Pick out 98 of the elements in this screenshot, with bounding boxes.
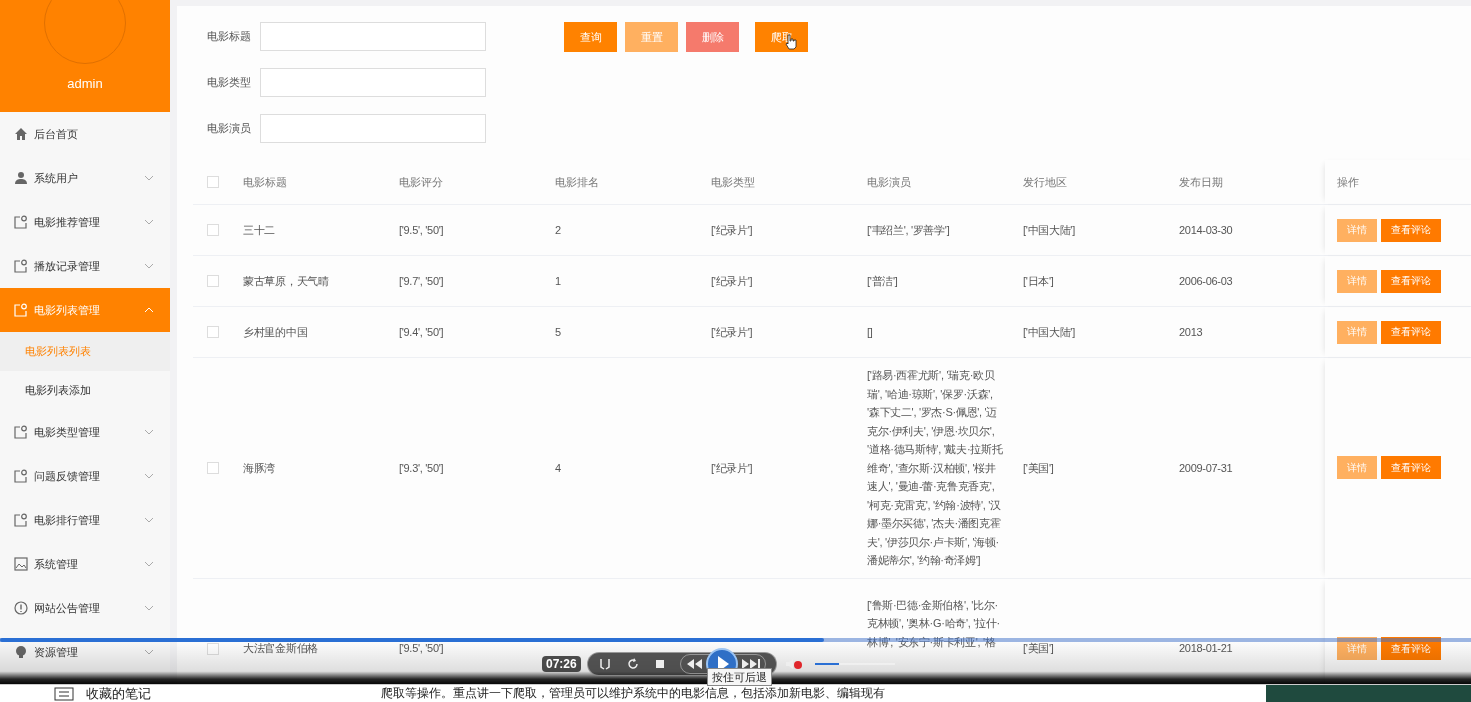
refresh-icon[interactable] xyxy=(625,657,640,671)
menu-item[interactable]: 后台首页 xyxy=(0,112,170,156)
menu-item[interactable]: 系统管理 xyxy=(0,542,170,586)
table-cell-text: ['普洁'] xyxy=(867,273,898,289)
column-header: 电影标题 xyxy=(243,174,287,190)
table-cell-text: 2018-01-21 xyxy=(1179,641,1233,657)
document-icon xyxy=(14,259,28,273)
table-cell-text: ['中国大陆'] xyxy=(1023,222,1075,238)
table-cell-text: ['纪录片'] xyxy=(711,324,753,340)
menu-item[interactable]: 播放记录管理 xyxy=(0,244,170,288)
home-icon xyxy=(14,127,28,141)
table-cell-text: ['9.4', '50'] xyxy=(399,324,444,340)
column-header: 电影排名 xyxy=(555,174,599,190)
menu-item[interactable]: 电影排行管理 xyxy=(0,498,170,542)
table-cell-text: ['美国'] xyxy=(1023,641,1054,657)
menu-item[interactable]: 系统用户 xyxy=(0,156,170,200)
table-cell-text: 2009-07-31 xyxy=(1179,460,1233,476)
image-icon xyxy=(14,557,28,571)
table-cell-text: 4 xyxy=(555,460,561,476)
document-icon xyxy=(14,513,28,527)
menu-item[interactable]: 电影列表管理 xyxy=(0,288,170,332)
table-cell-text: 蒙古草原，天气晴 xyxy=(243,273,329,289)
tooltip: 按住可后退 xyxy=(707,668,772,686)
table-cell-text: ['鲁斯·巴德·金斯伯格', '比尔·克林顿', '奥林·G·哈奇', '拉什·林博', '安东宁·斯卡利亚', '格 xyxy=(867,597,1001,650)
checkbox[interactable] xyxy=(207,275,219,287)
table-cell-text: ['纪录片'] xyxy=(711,460,753,476)
table-cell-text: ['美国'] xyxy=(1023,460,1054,476)
action-button[interactable]: 重置 xyxy=(625,22,678,52)
table-cell-text: 2014-03-30 xyxy=(1179,222,1233,238)
table-cell-text: ['9.5', '50'] xyxy=(399,641,444,657)
details-button[interactable]: 详情 xyxy=(1337,320,1377,344)
table-cell-text: ['韦绍兰', '罗善学'] xyxy=(867,222,950,238)
table-cell-text: ['纪录片'] xyxy=(711,222,753,238)
details-button[interactable]: 详情 xyxy=(1337,218,1377,242)
column-header: 发布日期 xyxy=(1179,174,1223,190)
menu-item[interactable]: 电影类型管理 xyxy=(0,410,170,454)
table-cell-text: 海豚湾 xyxy=(243,460,276,476)
details-button[interactable]: 详情 xyxy=(1337,637,1377,660)
column-header: 电影类型 xyxy=(711,174,755,190)
table-cell-text: ['9.7', '50'] xyxy=(399,273,444,289)
table-cell-text: ['9.3', '50'] xyxy=(399,460,444,476)
submenu-item[interactable]: 电影列表列表 xyxy=(0,332,170,371)
action-button[interactable]: 删除 xyxy=(686,22,739,52)
table-cell-text: ['中国大陆'] xyxy=(1023,324,1075,340)
column-header: 电影演员 xyxy=(867,174,911,190)
table-cell-text: ['9.5', '50'] xyxy=(399,222,444,238)
checkbox[interactable] xyxy=(207,176,219,188)
username: admin xyxy=(67,76,103,91)
bulb-icon xyxy=(14,645,28,659)
checkbox[interactable] xyxy=(207,224,219,236)
comments-button[interactable]: 查看评论 xyxy=(1381,320,1441,344)
document-icon xyxy=(14,215,28,229)
checkbox[interactable] xyxy=(207,642,219,655)
fast-forward-icon[interactable] xyxy=(740,658,761,670)
info-icon xyxy=(14,601,28,615)
field-label: 电影演员 xyxy=(207,121,252,136)
document-icon xyxy=(14,303,28,317)
checkbox[interactable] xyxy=(207,326,219,338)
column-header: 发行地区 xyxy=(1023,174,1067,190)
article-text: 爬取等操作。重点讲一下爬取，管理员可以维护系统中的电影信息，包括添加新电影、编辑现有 xyxy=(381,685,885,702)
column-header: 电影评分 xyxy=(399,174,443,190)
submenu-item[interactable]: 电影列表添加 xyxy=(0,371,170,410)
checkbox[interactable] xyxy=(207,461,219,474)
notes-title[interactable]: 收藏的笔记 xyxy=(86,685,151,702)
details-button[interactable]: 详情 xyxy=(1337,456,1377,480)
action-button[interactable]: 查询 xyxy=(564,22,617,52)
column-header: 操作 xyxy=(1337,174,1359,190)
table-cell-text: ['路易·西霍尤斯', '瑞克·欧贝瑞', '哈迪·琼斯', '保罗·沃森', '森下丈二', '罗杰·S·佩恩', '迈克尔·伊利夫', '伊恩·坎贝尔', '道格·德马斯特', '戴夫·拉斯托维奇', '查尔斯·汉柏顿', '桜井速人', '曼迪-蕾·克鲁克香克', '柯克·克雷克', '约翰·波特', '汉娜·墨尔买德', '杰夫·潘图克霍夫', '伊莎贝尔·卢卡斯', '海顿·潘妮蒂尔', '约翰·奇泽姆'] xyxy=(867,368,1003,568)
table-cell-text: [] xyxy=(867,324,873,340)
user-icon xyxy=(14,171,28,185)
table-cell-text: 2 xyxy=(555,222,561,238)
note-icon xyxy=(54,686,74,701)
table-cell-text: 2006-06-03 xyxy=(1179,273,1233,289)
menu-item[interactable]: 网站公告管理 xyxy=(0,586,170,630)
table-cell-text: 大法官金斯伯格 xyxy=(243,641,318,657)
input-field[interactable] xyxy=(260,114,486,143)
input-field[interactable] xyxy=(260,22,486,51)
input-field[interactable] xyxy=(260,68,486,97)
stop-icon[interactable] xyxy=(653,658,666,670)
field-label: 电影标题 xyxy=(207,29,252,44)
table-cell-text: 乡村里的中国 xyxy=(243,324,308,340)
table-cell-text: 三十二 xyxy=(243,222,276,238)
table-cell-text: 1 xyxy=(555,273,561,289)
comments-button[interactable]: 查看评论 xyxy=(1381,218,1441,242)
field-label: 电影类型 xyxy=(207,75,252,90)
table-cell-text: 2013 xyxy=(1179,324,1203,340)
document-icon xyxy=(14,469,28,483)
comments-button[interactable]: 查看评论 xyxy=(1381,637,1441,660)
comments-button[interactable]: 查看评论 xyxy=(1381,456,1441,480)
playback-time: 07:26 xyxy=(542,656,581,672)
menu-item[interactable]: 电影推荐管理 xyxy=(0,200,170,244)
table-cell-text: ['日本'] xyxy=(1023,273,1054,289)
table-cell-text: 5 xyxy=(555,324,561,340)
comments-button[interactable]: 查看评论 xyxy=(1381,269,1441,293)
document-icon xyxy=(14,425,28,439)
menu-item[interactable]: 问题反馈管理 xyxy=(0,454,170,498)
table-cell-text: ['纪录片'] xyxy=(711,273,753,289)
details-button[interactable]: 详情 xyxy=(1337,269,1377,293)
